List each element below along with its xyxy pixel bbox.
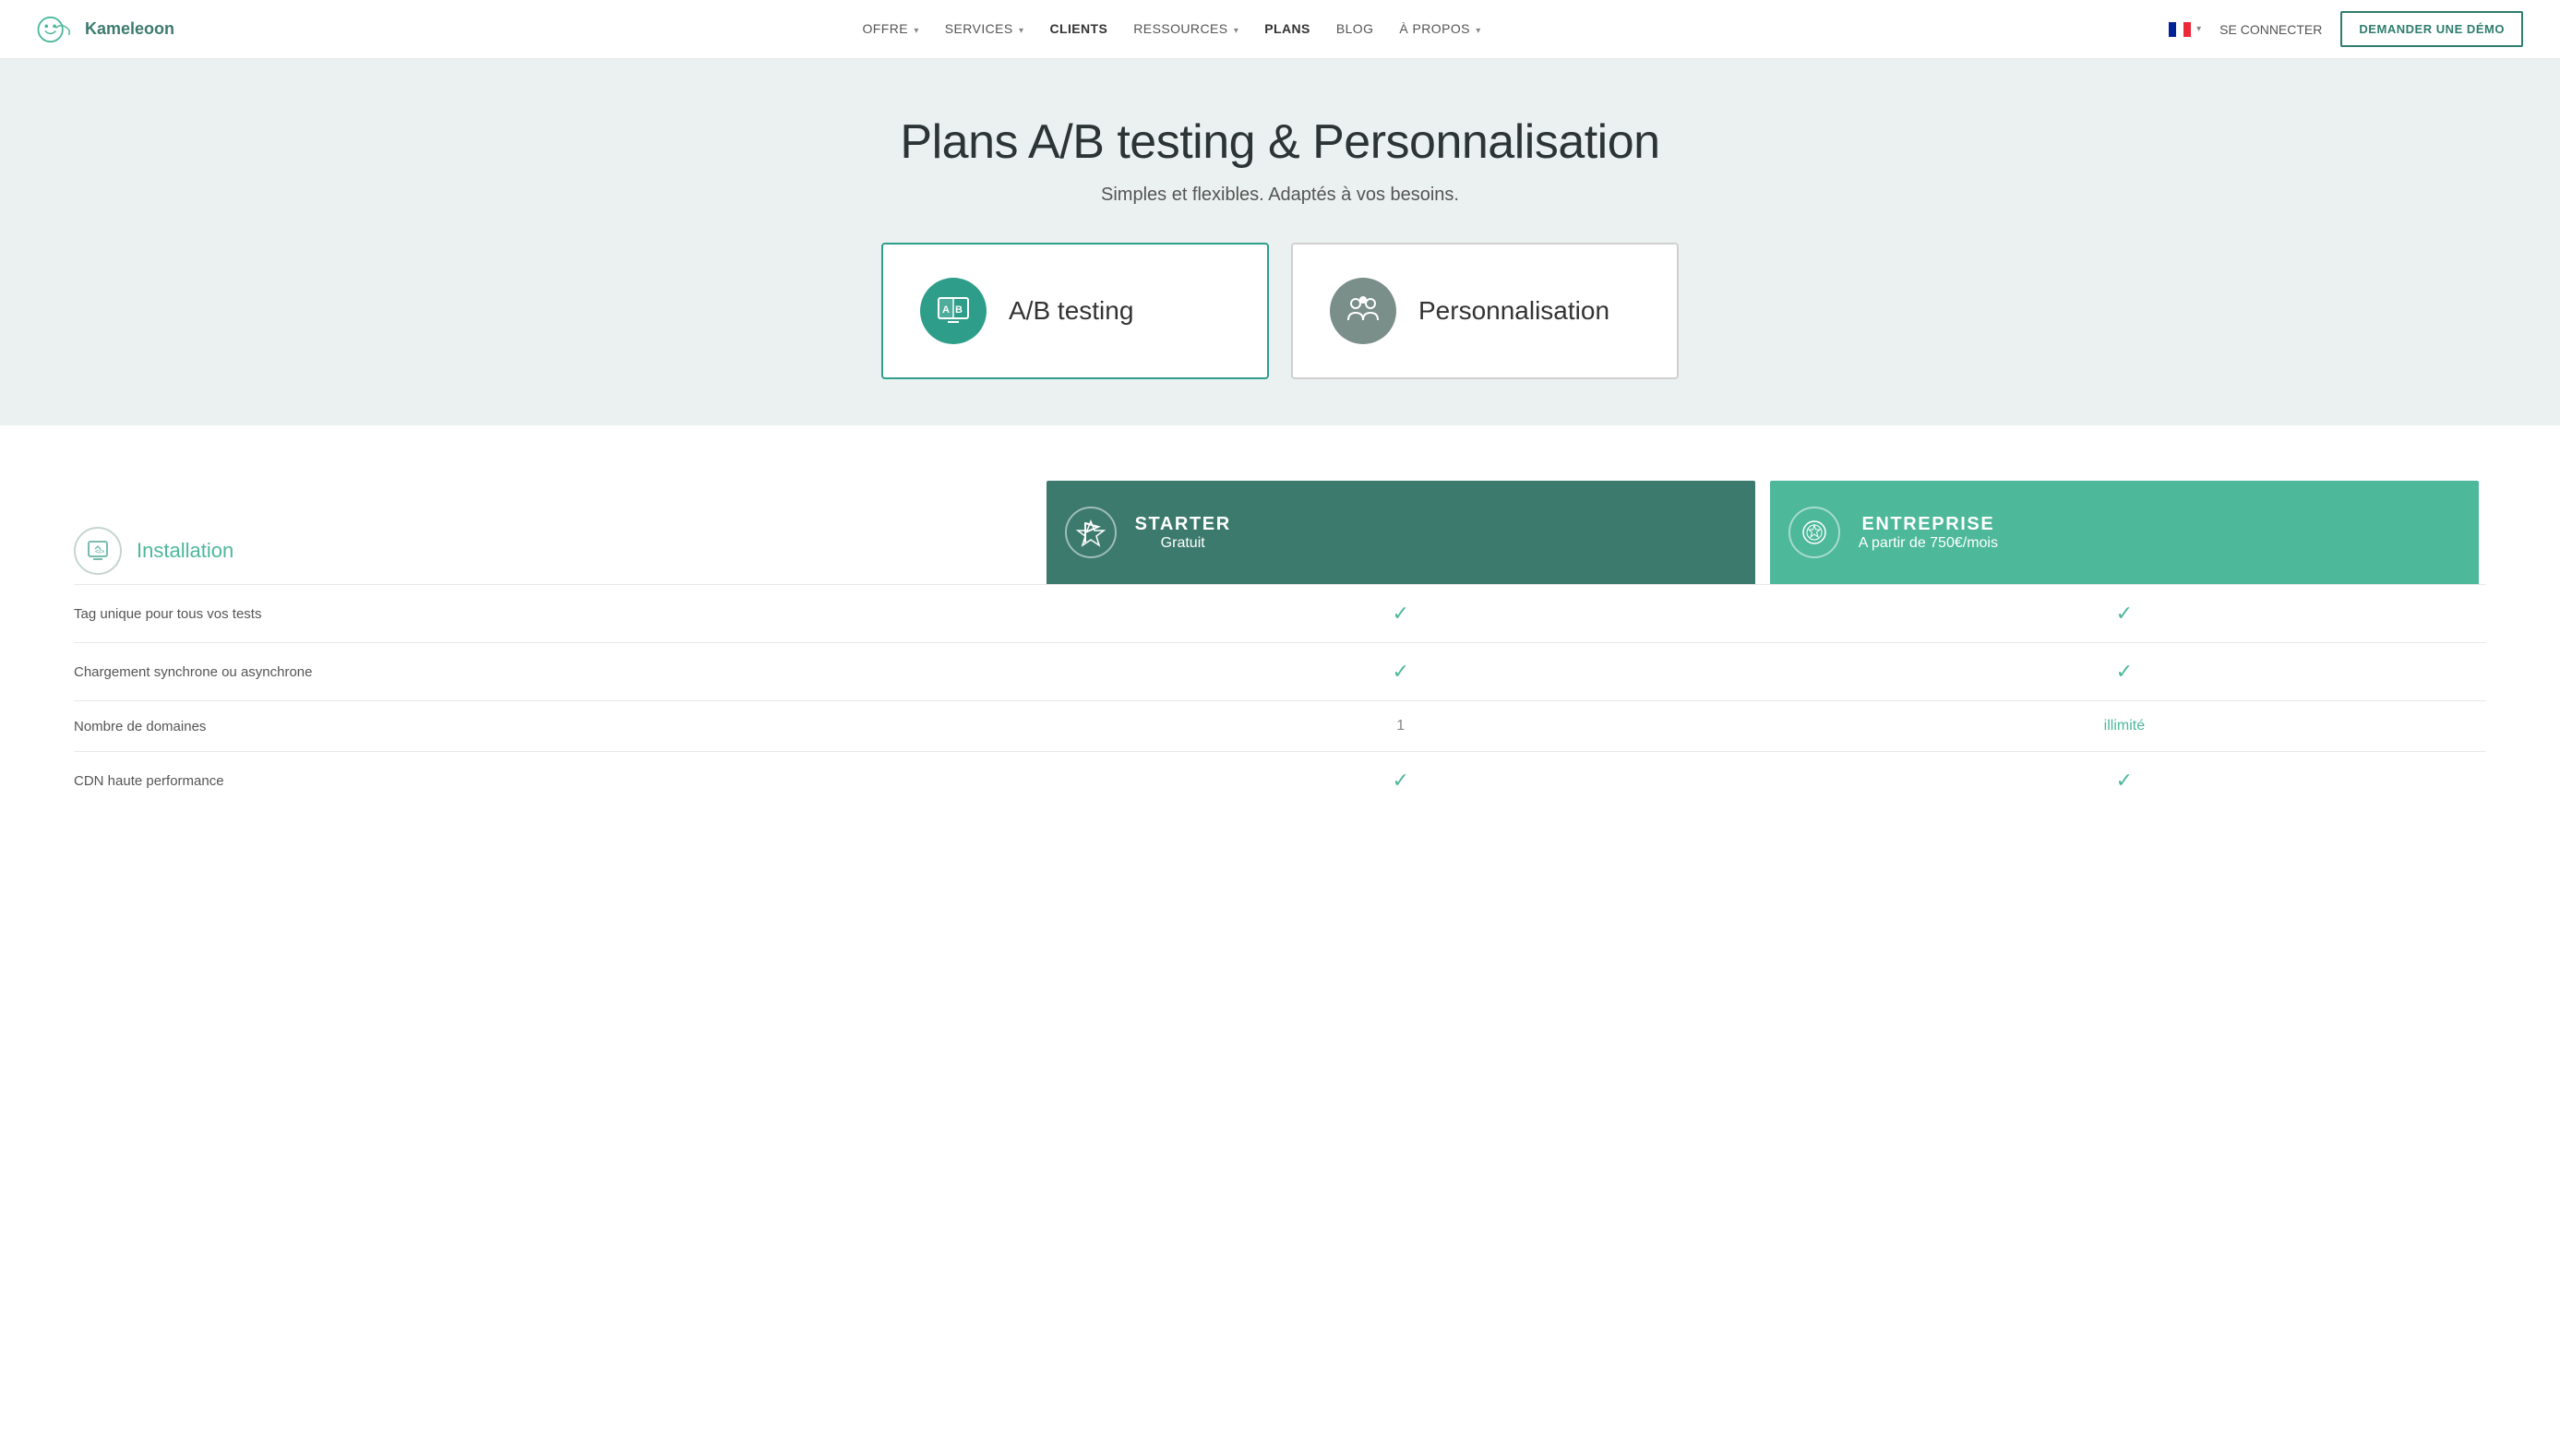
feature-label: Nombre de domaines	[74, 701, 1039, 752]
plan-card-personnalisation[interactable]: Personnalisation	[1291, 243, 1679, 379]
ab-testing-icon: A B	[920, 278, 987, 344]
pricing-table-body: Tag unique pour tous vos tests✓✓Chargeme…	[74, 585, 2486, 810]
logo[interactable]: Kameleoon	[37, 9, 174, 50]
main-nav: Kameleoon OFFRE ▾ SERVICES ▾ CLIENTS RES…	[0, 0, 2560, 59]
nav-item-plans[interactable]: PLANS	[1264, 21, 1310, 38]
starter-icon	[1065, 507, 1117, 558]
brand-name: Kameleoon	[85, 19, 174, 39]
login-link[interactable]: SE CONNECTER	[2219, 22, 2322, 37]
nav-item-offre[interactable]: OFFRE ▾	[862, 21, 918, 38]
plan-card-ab-testing[interactable]: A B A/B testing	[881, 243, 1269, 379]
check-icon: ✓	[2116, 660, 2133, 683]
personnalisation-label: Personnalisation	[1418, 296, 1609, 326]
entreprise-plan-text: ENTREPRISE A partir de 750€/mois	[1859, 514, 1998, 552]
check-icon: ✓	[2116, 602, 2133, 625]
svg-text:B: B	[955, 304, 963, 316]
starter-value: ✓	[1039, 585, 1763, 643]
entreprise-price: A partir de 750€/mois	[1859, 535, 1998, 552]
hero-title: Plans A/B testing & Personnalisation	[37, 114, 2523, 170]
table-row: Nombre de domaines1illimité	[74, 701, 2486, 752]
lang-chevron: ▾	[2196, 24, 2201, 34]
entreprise-icon	[1788, 507, 1840, 558]
check-icon: ✓	[1392, 769, 1408, 792]
installation-icon: </>	[74, 527, 122, 575]
installation-section: </> Installation	[74, 527, 1039, 584]
nav-item-ressources[interactable]: RESSOURCES ▾	[1133, 21, 1238, 38]
entreprise-name: ENTREPRISE	[1859, 514, 1998, 535]
check-icon: ✓	[1392, 602, 1408, 625]
feature-label: Chargement synchrone ou asynchrone	[74, 643, 1039, 701]
starter-name: STARTER	[1135, 514, 1231, 535]
hero-subtitle: Simples et flexibles. Adaptés à vos beso…	[37, 185, 2523, 206]
entreprise-value: ✓	[1763, 585, 2486, 643]
entreprise-value: illimité	[1763, 701, 2486, 752]
starter-value: ✓	[1039, 752, 1763, 810]
demo-button[interactable]: DEMANDER UNE DÉMO	[2340, 11, 2523, 47]
table-row: Chargement synchrone ou asynchrone ✓ ✓	[74, 643, 2486, 701]
starter-price: Gratuit	[1135, 535, 1231, 552]
svg-text:</>: </>	[95, 549, 104, 555]
pricing-table: </> Installation	[74, 481, 2486, 809]
flag-icon	[2169, 22, 2191, 37]
entreprise-value: ✓	[1763, 752, 2486, 810]
nav-right: ▾ SE CONNECTER DEMANDER UNE DÉMO	[2169, 11, 2523, 47]
nav-item-clients[interactable]: CLIENTS	[1049, 21, 1107, 38]
starter-plan-header: STARTER Gratuit	[1047, 481, 1755, 584]
nav-item-blog[interactable]: BLOG	[1336, 21, 1374, 38]
check-icon: ✓	[2116, 769, 2133, 792]
entreprise-column-header: ENTREPRISE A partir de 750€/mois	[1763, 481, 2486, 585]
nav-item-services[interactable]: SERVICES ▾	[945, 21, 1024, 38]
check-icon: ✓	[1392, 660, 1408, 683]
starter-plan-text: STARTER Gratuit	[1135, 514, 1231, 552]
pricing-section: </> Installation	[0, 425, 2560, 846]
feature-label: Tag unique pour tous vos tests	[74, 585, 1039, 643]
ab-testing-label: A/B testing	[1009, 296, 1133, 326]
language-selector[interactable]: ▾	[2169, 22, 2201, 37]
personnalisation-icon	[1330, 278, 1396, 344]
starter-value: ✓	[1039, 643, 1763, 701]
feature-label: CDN haute performance	[74, 752, 1039, 810]
hero-section: Plans A/B testing & Personnalisation Sim…	[0, 59, 2560, 425]
table-header-row: </> Installation	[74, 481, 2486, 585]
nav-item-apropos[interactable]: À PROPOS ▾	[1399, 21, 1480, 38]
nav-links: OFFRE ▾ SERVICES ▾ CLIENTS RESSOURCES ▾ …	[862, 21, 1480, 38]
label-column-header: </> Installation	[74, 481, 1039, 585]
plan-cards: A B A/B testing Personnali	[865, 243, 1695, 379]
entreprise-value: ✓	[1763, 643, 2486, 701]
starter-value: 1	[1039, 701, 1763, 752]
entreprise-plan-header: ENTREPRISE A partir de 750€/mois	[1770, 481, 2479, 584]
table-row: CDN haute performance ✓ ✓	[74, 752, 2486, 810]
svg-text:A: A	[942, 304, 950, 316]
starter-column-header: STARTER Gratuit	[1039, 481, 1763, 585]
installation-title: Installation	[137, 539, 233, 563]
table-row: Tag unique pour tous vos tests ✓ ✓	[74, 585, 2486, 643]
